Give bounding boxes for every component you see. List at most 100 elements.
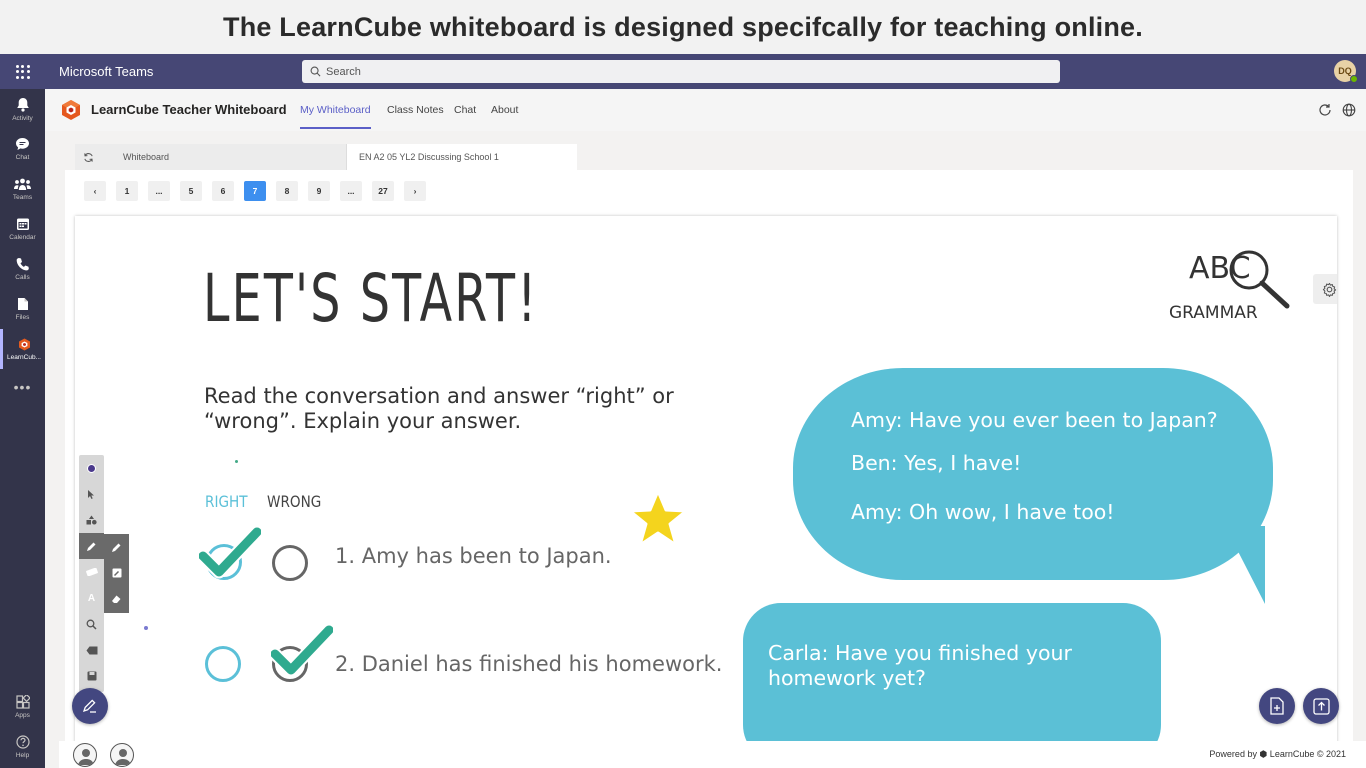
tab-whiteboard[interactable]: Whiteboard — [101, 144, 347, 170]
more-apps-button[interactable]: ••• — [0, 379, 45, 395]
rail-item-activity[interactable]: Activity — [0, 89, 45, 129]
learncube-icon — [18, 338, 30, 350]
eraser-option[interactable] — [104, 586, 129, 612]
tab-lesson[interactable]: EN A2 05 YL2 Discussing School 1 — [347, 144, 577, 170]
pencil-option[interactable] — [104, 534, 129, 560]
question-2-text: 2. Daniel has finished his homework. — [335, 652, 723, 676]
backspace-icon — [86, 646, 97, 654]
upload-button[interactable] — [1303, 688, 1339, 724]
calendar-icon — [16, 218, 29, 230]
app-launcher-icon[interactable] — [0, 54, 45, 89]
save-icon — [87, 671, 96, 681]
checkmark-icon — [271, 624, 333, 677]
annotate-button[interactable] — [72, 688, 108, 724]
search-placeholder: Search — [326, 65, 361, 78]
ruler-icon — [85, 568, 98, 576]
rail-label: Calendar — [9, 234, 36, 241]
page-pagination: ‹ 1 ... 5 6 7 8 9 ... 27 › — [84, 181, 426, 201]
page-button[interactable]: 8 — [276, 181, 298, 201]
apps-icon — [15, 695, 30, 709]
rail-item-calls[interactable]: Calls — [0, 249, 45, 289]
user-avatar[interactable]: DQ — [1334, 60, 1358, 83]
rail-label: Files — [15, 314, 30, 321]
add-page-button[interactable] — [1259, 688, 1295, 724]
tab-class-notes[interactable]: Class Notes — [387, 104, 444, 116]
page-button[interactable]: 6 — [212, 181, 234, 201]
cursor-icon — [88, 489, 94, 499]
highlighter-tool[interactable] — [79, 559, 104, 585]
checkmark-icon — [199, 526, 261, 579]
tab-about[interactable]: About — [491, 104, 518, 116]
marker-icon — [112, 568, 121, 578]
teams-icon — [14, 178, 31, 190]
refresh-tabs-button[interactable] — [75, 144, 101, 170]
pen-tool[interactable] — [79, 533, 104, 559]
page-button[interactable]: 9 — [308, 181, 330, 201]
select-tool[interactable] — [79, 481, 104, 507]
sync-icon — [83, 152, 93, 162]
drawing-toolbar: A — [79, 455, 104, 692]
rail-item-teams[interactable]: Teams — [0, 169, 45, 209]
rail-label: Help — [15, 752, 30, 759]
page-ellipsis[interactable]: ... — [340, 181, 362, 201]
grammar-logo-icon: ABC GRAMMAR — [1169, 250, 1290, 323]
app-title: LearnCube Teacher Whiteboard — [91, 102, 287, 117]
rail-item-apps[interactable]: Apps — [0, 687, 45, 727]
whiteboard-canvas[interactable]: LET'S START! ABC GRAMMAR Read the conver… — [75, 216, 1337, 746]
learncube-logo-icon — [62, 100, 80, 120]
document-tabs: Whiteboard EN A2 05 YL2 Discussing Schoo… — [75, 144, 577, 170]
globe-icon[interactable] — [1342, 103, 1356, 117]
next-page-button[interactable]: › — [404, 181, 426, 201]
presence-dot — [1350, 75, 1358, 83]
prev-page-button[interactable]: ‹ — [84, 181, 106, 201]
page-ellipsis[interactable]: ... — [148, 181, 170, 201]
page-button[interactable]: 27 — [372, 181, 394, 201]
reload-icon[interactable] — [1318, 103, 1332, 117]
zoom-tool[interactable] — [79, 611, 104, 637]
ink-dot — [144, 626, 148, 630]
user-initials: DQ — [1338, 66, 1352, 76]
file-icon — [17, 298, 28, 310]
app-name: Microsoft Teams — [59, 64, 154, 79]
bubble-1-line-3: Amy: Oh wow, I have too! — [851, 500, 1115, 524]
participant-avatar[interactable] — [73, 743, 97, 767]
shapes-tool[interactable] — [79, 507, 104, 533]
rail-item-calendar[interactable]: Calendar — [0, 209, 45, 249]
draw-icon — [82, 699, 96, 713]
page-button[interactable]: 1 — [116, 181, 138, 201]
app-header: LearnCube Teacher Whiteboard My Whiteboa… — [45, 89, 1366, 131]
rail-item-files[interactable]: Files — [0, 289, 45, 329]
bubble-1-line-2: Ben: Yes, I have! — [851, 451, 1022, 475]
participant-avatar[interactable] — [110, 743, 134, 767]
instructions-text: Read the conversation and answer “right”… — [204, 384, 674, 433]
color-picker-button[interactable] — [79, 455, 104, 481]
bubble-tail — [1225, 526, 1265, 604]
grammar-word: GRAMMAR — [1169, 303, 1258, 323]
bubble-2-line-1: Carla: Have you finished your — [768, 641, 1072, 665]
bubble-1-line-1: Amy: Have you ever been to Japan? — [851, 408, 1218, 432]
text-tool[interactable]: A — [79, 585, 104, 611]
settings-button[interactable] — [1313, 274, 1337, 304]
page-button[interactable]: 5 — [180, 181, 202, 201]
save-tool[interactable] — [79, 663, 104, 689]
search-icon — [310, 66, 321, 77]
pen-options-flyout — [104, 534, 129, 613]
tab-my-whiteboard[interactable]: My Whiteboard — [300, 104, 371, 129]
help-icon — [15, 735, 30, 749]
chat-icon — [16, 138, 29, 150]
caption-text: The LearnCube whiteboard is designed spe… — [223, 11, 1143, 42]
marker-option[interactable] — [104, 560, 129, 586]
wrong-answer-circle[interactable] — [272, 545, 308, 581]
rail-item-help[interactable]: Help — [0, 727, 45, 767]
search-input[interactable]: Search — [302, 60, 1060, 83]
tab-chat[interactable]: Chat — [454, 104, 476, 116]
grammar-letters: ABC — [1189, 251, 1251, 286]
rail-item-learncube[interactable]: LearnCub... — [0, 329, 45, 369]
right-answer-circle[interactable] — [205, 646, 241, 682]
phone-icon — [16, 258, 29, 271]
page-button-current[interactable]: 7 — [244, 181, 266, 201]
rail-item-chat[interactable]: Chat — [0, 129, 45, 169]
color-swatch — [87, 463, 96, 473]
person-icon — [115, 749, 131, 765]
clear-tool[interactable] — [79, 637, 104, 663]
